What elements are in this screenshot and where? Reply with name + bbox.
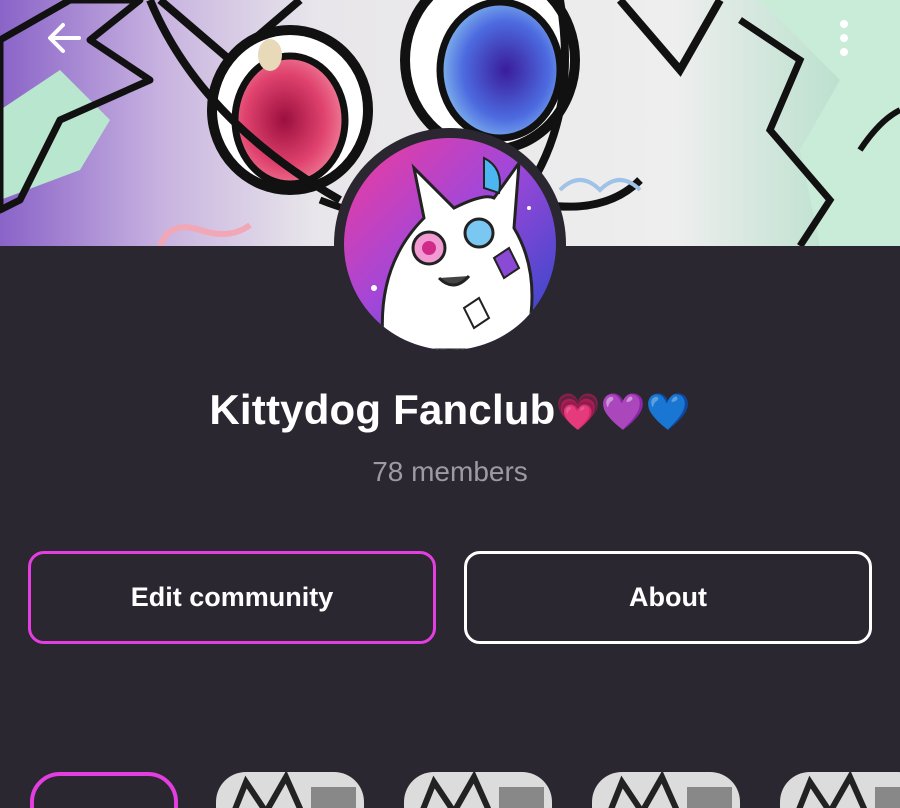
community-avatar[interactable] — [334, 128, 566, 360]
channel-thumbnail-image — [592, 772, 740, 808]
channel-chip[interactable] — [216, 772, 364, 808]
more-vertical-icon — [840, 20, 848, 56]
community-title: Kittydog Fanclub💗💜💙 — [0, 386, 900, 434]
community-name-emoji: 💗💜💙 — [555, 392, 691, 433]
channel-chip-row — [0, 772, 900, 808]
channel-thumbnail-image — [404, 772, 552, 808]
member-count: 78 members — [372, 456, 528, 487]
edit-community-button[interactable]: Edit community — [28, 551, 436, 644]
community-name: Kittydog Fanclub — [209, 386, 556, 433]
about-button[interactable]: About — [464, 551, 872, 644]
channel-chip-active[interactable] — [30, 772, 178, 808]
back-button[interactable] — [40, 14, 88, 62]
arrow-left-icon — [48, 23, 81, 53]
channel-chip[interactable] — [404, 772, 552, 808]
channel-chip[interactable] — [592, 772, 740, 808]
edit-community-label: Edit community — [130, 582, 334, 612]
channel-chip[interactable] — [780, 772, 900, 808]
avatar-image — [344, 138, 556, 350]
about-label: About — [629, 582, 707, 612]
channel-thumbnail-image — [780, 772, 900, 808]
channel-thumbnail-image — [216, 772, 364, 808]
more-options-button[interactable] — [820, 14, 868, 62]
